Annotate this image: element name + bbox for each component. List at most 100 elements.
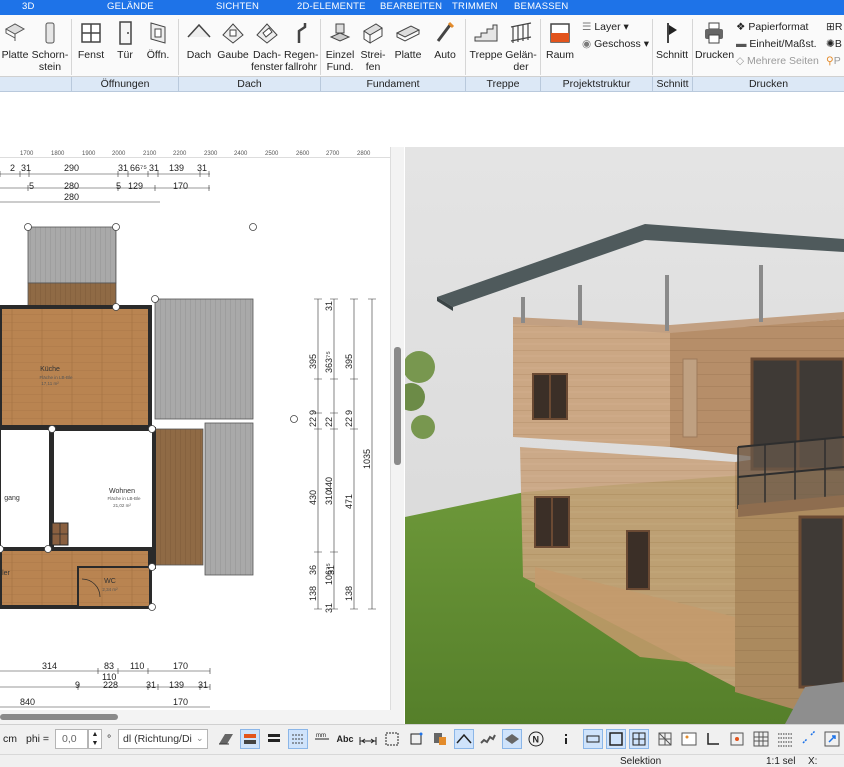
center-point-icon[interactable] xyxy=(727,729,747,749)
cut-off-button-2[interactable]: ✺B xyxy=(826,38,842,50)
tab-bemassen[interactable]: BEMASSEN xyxy=(514,1,568,12)
view-mode-3-button[interactable] xyxy=(629,729,649,749)
papierformat-button[interactable]: ❖ Papierformat xyxy=(736,21,808,33)
info-icon[interactable] xyxy=(556,729,576,749)
wall-layers-button[interactable] xyxy=(288,729,308,749)
object-color-icon[interactable] xyxy=(430,729,450,749)
dimension-style-icon[interactable]: mm xyxy=(312,729,332,749)
scrollbar-thumb[interactable] xyxy=(0,714,118,720)
roof-button[interactable]: Dach xyxy=(182,15,216,77)
corner-icon[interactable] xyxy=(703,729,723,749)
snap-frame-icon[interactable] xyxy=(382,729,402,749)
railing-icon xyxy=(510,22,532,43)
dimension-label: 363⁷⁵ xyxy=(324,351,334,373)
roof-window-button[interactable]: Dach- fenster xyxy=(250,15,284,77)
snap-point-icon[interactable] xyxy=(406,729,426,749)
tab-trimmen[interactable]: TRIMMEN xyxy=(452,1,498,12)
group-projektstruktur: Projektstruktur xyxy=(541,77,653,92)
chevron-down-icon[interactable]: ⌄ xyxy=(196,733,204,744)
grid-3d-icon[interactable] xyxy=(655,729,675,749)
mehrere-seiten-button[interactable]: ◇ Mehrere Seiten xyxy=(736,55,819,67)
auto-foundation-button[interactable]: Auto xyxy=(428,15,462,77)
grid-icon[interactable] xyxy=(751,729,771,749)
downpipe-button[interactable]: Regen- fallrohr xyxy=(284,15,318,77)
dimension-label: 22 xyxy=(344,417,354,427)
ruler-tick-label: 1700 xyxy=(20,151,34,157)
room-sub-label: Fläche in LB-Ble xyxy=(39,375,73,380)
degree-label: ° xyxy=(107,733,112,745)
wall-type-icon[interactable] xyxy=(216,729,236,749)
foundation-slab-button[interactable]: Platte xyxy=(390,15,426,77)
view-mode-2-button[interactable] xyxy=(606,729,626,749)
stairs-view-icon[interactable] xyxy=(478,729,498,749)
phi-stepper[interactable]: ▲ ▼ xyxy=(88,729,102,749)
slab-button[interactable]: Platte xyxy=(0,15,30,77)
phi-input[interactable]: 0,0 xyxy=(55,729,88,749)
cut-off-button-1[interactable]: ⊞R xyxy=(826,21,842,33)
separator xyxy=(178,19,179,75)
group-oeffnungen: Öffnungen xyxy=(72,77,179,92)
dimension-label: 280 xyxy=(64,181,79,191)
plan-horizontal-scrollbar[interactable] xyxy=(0,710,404,724)
slab-view-icon xyxy=(505,734,519,744)
layer-dropdown[interactable]: ☰ Layer ▾ xyxy=(582,21,629,33)
view-mode-1-button[interactable] xyxy=(583,729,603,749)
auto-foundation-icon xyxy=(436,21,455,42)
snap-direction-icon[interactable] xyxy=(799,729,819,749)
floor-plan-2d-view[interactable]: 1700 1800 1900 2000 2100 2200 2300 2400 … xyxy=(0,147,390,710)
plan-vertical-scrollbar[interactable] xyxy=(390,147,404,710)
window-button[interactable]: Fenst xyxy=(74,15,108,77)
expand-icon[interactable] xyxy=(822,729,842,749)
roof-view-button[interactable] xyxy=(454,729,474,749)
room-button[interactable]: Raum xyxy=(543,15,577,77)
room-flur[interactable] xyxy=(0,428,51,550)
tab-sichten[interactable]: SICHTEN xyxy=(216,1,259,12)
door-button[interactable]: Tür xyxy=(110,15,140,77)
dormer-button[interactable]: Gaube xyxy=(216,15,250,77)
stairs-button[interactable]: Treppe xyxy=(468,15,504,77)
opening-button[interactable]: Öffn. xyxy=(142,15,174,77)
room-kueche[interactable] xyxy=(0,305,152,429)
deck-right-lower xyxy=(204,422,254,576)
group-spacer xyxy=(0,77,72,92)
ruler-icon: ▬ xyxy=(736,38,747,50)
dimension-label: 228 xyxy=(103,680,118,690)
menu-bar: 3D GELÄNDE SICHTEN 2D-ELEMENTE BEARBEITE… xyxy=(0,0,844,15)
single-foundation-button[interactable]: Einzel Fund. xyxy=(324,15,356,77)
separator xyxy=(71,19,72,75)
direction-select[interactable]: dl (Richtung/Di xyxy=(118,729,208,749)
chevron-down-icon[interactable]: ▼ xyxy=(92,740,99,747)
ruler-tick-label: 1800 xyxy=(51,151,65,157)
tab-bearbeiten[interactable]: BEARBEITEN xyxy=(380,1,442,12)
chevron-up-icon[interactable]: ▲ xyxy=(92,731,99,738)
north-arrow-icon[interactable]: N xyxy=(526,729,546,749)
print-button[interactable]: Drucken xyxy=(695,15,734,77)
3d-view[interactable] xyxy=(405,147,844,724)
dimension-label: 395 xyxy=(344,354,354,369)
geschoss-dropdown[interactable]: ◉ Geschoss ▾ xyxy=(582,38,649,50)
cut-off-button-3[interactable]: ⚲P xyxy=(826,55,841,67)
railing-button[interactable]: Gelän- der xyxy=(504,15,538,77)
dimension-label: 170 xyxy=(173,181,188,191)
ribbon-group-bar: Öffnungen Dach Fundament Treppe Projekts… xyxy=(0,77,844,92)
tab-2d-elemente[interactable]: 2D-ELEMENTE xyxy=(297,1,366,12)
wall-center-icon[interactable] xyxy=(264,729,284,749)
dimension-label: 31 xyxy=(197,163,207,173)
tab-gelaende[interactable]: GELÄNDE xyxy=(107,1,154,12)
section-button[interactable]: Schnitt xyxy=(654,15,690,77)
image-icon[interactable] xyxy=(679,729,699,749)
tab-3d[interactable]: 3D xyxy=(22,1,35,12)
dotted-grid-icon[interactable] xyxy=(775,729,795,749)
einheit-massstab-button[interactable]: ▬ Einheit/Maßst. xyxy=(736,38,817,50)
dimension-label: 31 xyxy=(324,603,334,613)
dimension-label: 471 xyxy=(344,494,354,509)
text-style-button[interactable]: Abc xyxy=(334,729,356,749)
dimension-arrow-icon[interactable] xyxy=(358,729,378,749)
single-foundation-icon xyxy=(329,23,351,42)
strip-foundation-button[interactable]: Strei- fen xyxy=(357,15,389,77)
scrollbar-thumb[interactable] xyxy=(394,347,401,465)
strip-foundation-icon xyxy=(363,23,383,44)
wall-align-button[interactable] xyxy=(240,729,260,749)
slab-view-button[interactable] xyxy=(502,729,522,749)
chimney-button[interactable]: Schorn- stein xyxy=(31,15,69,77)
